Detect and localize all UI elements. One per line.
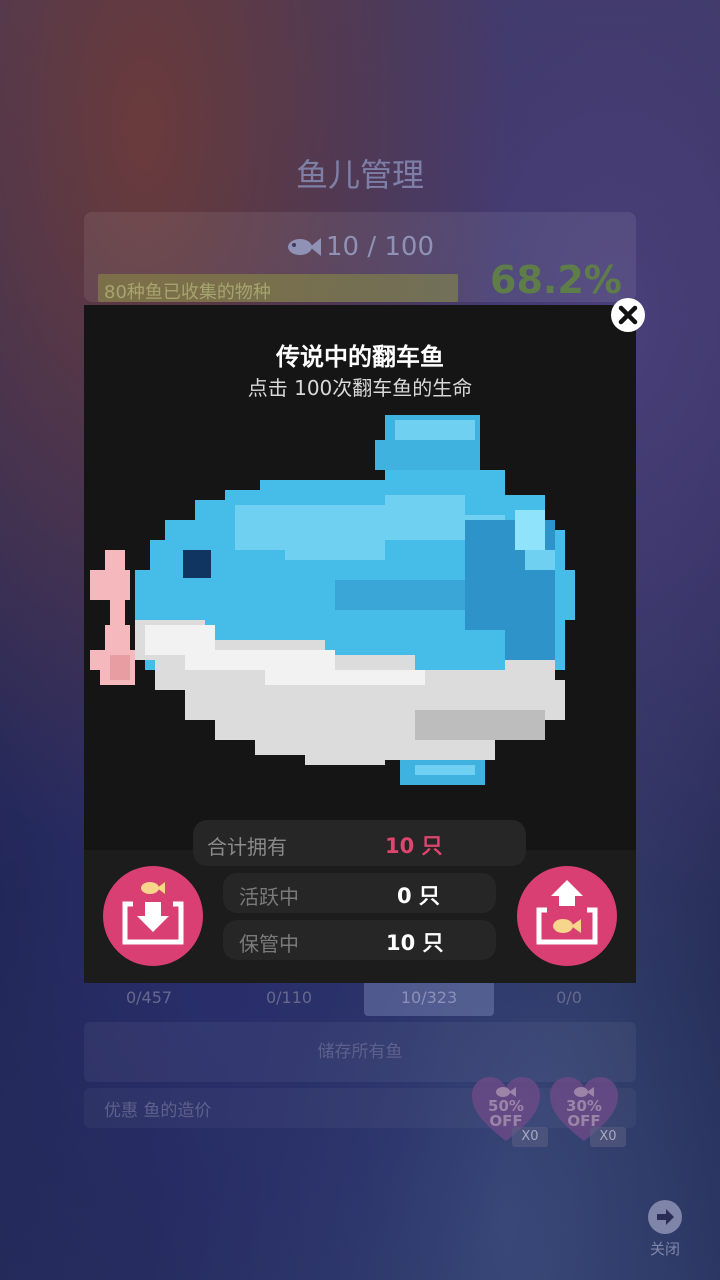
fish-description: 点击 100次翻车鱼的生命 bbox=[247, 376, 473, 400]
close-nav-button[interactable]: 关闭 bbox=[640, 1200, 690, 1259]
total-owned-value: 10 只 bbox=[385, 834, 443, 858]
active-row: 活跃中 0 只 bbox=[223, 873, 496, 913]
release-fish-button[interactable] bbox=[517, 866, 617, 966]
tab-category-2[interactable]: 0/110 bbox=[224, 980, 354, 1016]
fish-icon bbox=[288, 238, 321, 256]
discount-label: 优惠 鱼的造价 bbox=[104, 1101, 212, 1121]
coupon-30-button[interactable]: 30% OFF X0 bbox=[548, 1075, 626, 1147]
coupon-50-count: X0 bbox=[512, 1127, 548, 1147]
stored-value: 10 只 bbox=[386, 931, 444, 955]
close-icon bbox=[618, 305, 638, 325]
close-nav-label: 关闭 bbox=[649, 1240, 680, 1258]
store-fish-button[interactable] bbox=[103, 866, 203, 966]
collection-progress-percent: 68.2% bbox=[490, 258, 622, 302]
total-owned-row: 合计拥有 10 只 bbox=[193, 820, 526, 866]
tab-category-1[interactable]: 0/457 bbox=[84, 980, 214, 1016]
category-tabs: 0/457 0/110 10/323 0/0 bbox=[84, 980, 636, 1016]
active-label: 活跃中 bbox=[239, 885, 299, 909]
sunfish-image bbox=[90, 415, 575, 785]
stored-row: 保管中 10 只 bbox=[223, 920, 496, 960]
close-dialog-button[interactable] bbox=[611, 298, 645, 332]
fish-count-text: 10 / 100 bbox=[326, 232, 434, 262]
store-fish-icon bbox=[122, 882, 184, 945]
tab-category-4[interactable]: 0/0 bbox=[504, 980, 634, 1016]
stored-label: 保管中 bbox=[239, 932, 299, 956]
total-owned-label: 合计拥有 bbox=[207, 835, 287, 859]
coupon-50-button[interactable]: 50% OFF X0 bbox=[470, 1075, 548, 1147]
store-all-button[interactable]: 储存所有鱼 bbox=[84, 1022, 636, 1082]
release-fish-icon bbox=[536, 880, 598, 945]
active-value: 0 只 bbox=[397, 884, 440, 908]
arrow-right-icon bbox=[648, 1200, 682, 1234]
collection-progress-label: 80种鱼已收集的物种 bbox=[104, 282, 271, 303]
tab-category-3[interactable]: 10/323 bbox=[364, 980, 494, 1016]
fish-name: 传说中的翻车鱼 bbox=[276, 343, 444, 371]
coupon-30-count: X0 bbox=[590, 1127, 626, 1147]
page-title: 鱼儿管理 bbox=[295, 156, 424, 194]
